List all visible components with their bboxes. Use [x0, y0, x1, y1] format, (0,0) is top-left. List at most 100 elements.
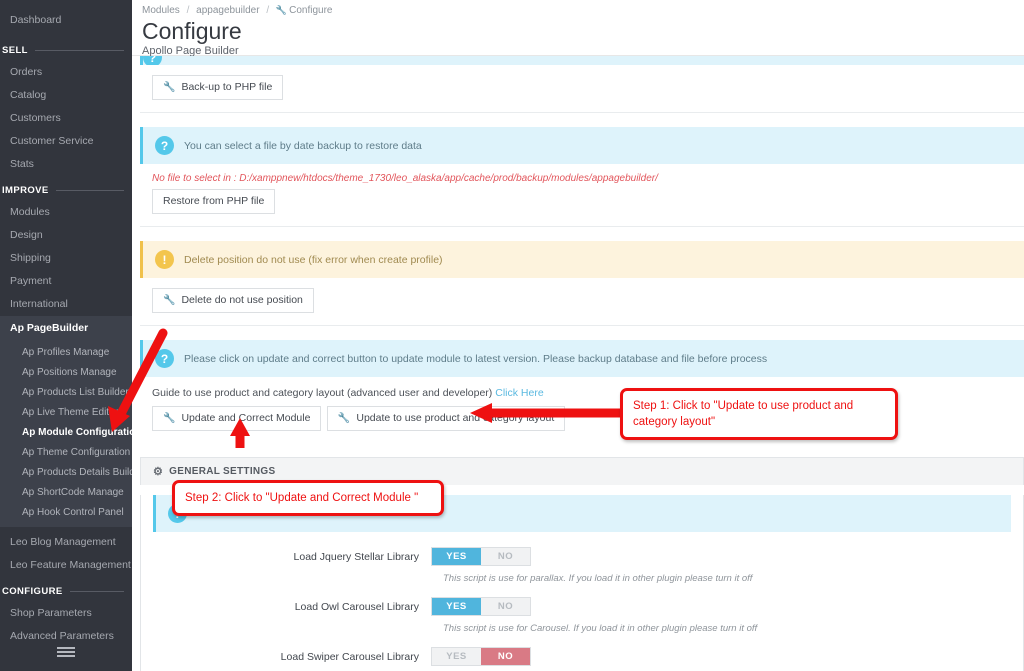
update-and-correct-module-button[interactable]: 🔧 Update and Correct Module [152, 406, 322, 431]
sidebar-item-shipping[interactable]: Shipping [0, 247, 132, 270]
alert-text: Please click on update and correct butto… [184, 352, 768, 365]
hamburger-icon[interactable] [0, 647, 132, 657]
button-label: Restore from PHP file [163, 195, 265, 207]
sidebar-subitem-ap-live-theme-editor[interactable]: Ap Live Theme Editor [0, 403, 132, 423]
hamburger-bar [57, 651, 75, 653]
breadcrumb-item-appagebuilder[interactable]: appagebuilder [196, 5, 259, 16]
sidebar-item-orders[interactable]: Orders [0, 61, 132, 84]
section-rule [69, 591, 124, 592]
toggle-jquery-stellar[interactable]: YES NO [431, 547, 531, 566]
divider [140, 226, 1024, 227]
toggle-no[interactable]: NO [481, 548, 530, 565]
restore-button-row: Restore from PHP file [140, 184, 1024, 226]
page-title: Configure [142, 18, 242, 44]
hamburger-bar [57, 655, 75, 657]
setting-label: Load Owl Carousel Library [294, 600, 419, 613]
restore-block: ? You can select a file by date backup t… [140, 127, 1024, 227]
sidebar-item-advanced-parameters[interactable]: Advanced Parameters [0, 625, 132, 648]
breadcrumb-item-configure: Configure [289, 5, 333, 16]
setting-label: Load Jquery Stellar Library [293, 550, 419, 563]
guide-label: Guide to use product and category layout… [152, 387, 493, 399]
sidebar-item-modules[interactable]: Modules [0, 201, 132, 224]
sidebar-item-ap-pagebuilder[interactable]: Ap PageBuilder [0, 316, 132, 341]
toggle-yes[interactable]: YES [432, 648, 481, 665]
breadcrumb-separator: / [266, 5, 270, 16]
sidebar-section-sell: SELL [0, 36, 132, 61]
sidebar-item-payment[interactable]: Payment [0, 270, 132, 293]
setting-label: Load Swiper Carousel Library [280, 650, 419, 663]
alert-text: You can select a file by date backup to … [184, 139, 422, 152]
toggle-no[interactable]: NO [481, 648, 530, 665]
toggle-owl-carousel[interactable]: YES NO [431, 597, 531, 616]
sidebar-subitem-ap-module-configuration[interactable]: Ap Module Configuration [0, 423, 132, 443]
backup-block: ? 🔧 Back-up to PHP file [140, 56, 1024, 113]
wrench-icon: 🔧 [163, 82, 176, 93]
divider [140, 325, 1024, 326]
delete-position-block: ! Delete position do not use (fix error … [140, 241, 1024, 326]
sidebar-item-shop-parameters[interactable]: Shop Parameters [0, 602, 132, 625]
sidebar-section-label: SELL [2, 45, 28, 56]
setting-row-jquery-stellar: Load Jquery Stellar Library YES NO [141, 542, 1023, 566]
page-header: Modules / appagebuilder / 🔧 Configure Con… [132, 0, 1024, 57]
question-icon: ? [155, 349, 174, 368]
sidebar-subitem-ap-hook-control-panel[interactable]: Ap Hook Control Panel [0, 503, 132, 523]
breadcrumb-item-modules[interactable]: Modules [142, 5, 180, 16]
restore-from-php-file-button[interactable]: Restore from PHP file [152, 189, 276, 214]
hamburger-bar [57, 647, 75, 649]
backup-to-php-file-button[interactable]: 🔧 Back-up to PHP file [152, 75, 284, 100]
section-title: GENERAL SETTINGS [169, 466, 276, 477]
section-rule [34, 50, 124, 51]
backup-alert-clipped: ? [140, 56, 1024, 65]
sidebar-section-label: CONFIGURE [2, 586, 63, 597]
divider [140, 112, 1024, 113]
step2-text: Step 2: Click to "Update and Correct Mod… [185, 492, 419, 504]
breadcrumb: Modules / appagebuilder / 🔧 Configure [142, 5, 1024, 16]
setting-hint: This script is use for Carousel. If you … [443, 623, 758, 634]
guide-click-here-link[interactable]: Click Here [495, 387, 543, 399]
wrench-icon: 🔧 [163, 295, 176, 306]
toggle-no[interactable]: NO [481, 598, 530, 615]
sidebar-subitem-ap-theme-configuration[interactable]: Ap Theme Configuration [0, 443, 132, 463]
warning-icon: ! [155, 250, 174, 269]
sidebar-item-stats[interactable]: Stats [0, 153, 132, 176]
sidebar-item-international[interactable]: International [0, 293, 132, 316]
sidebar: Dashboard SELL Orders Catalog Customers … [0, 0, 132, 671]
sidebar-subitem-ap-profiles-manage[interactable]: Ap Profiles Manage [0, 343, 132, 363]
gears-icon: ⚙ [153, 466, 164, 478]
wrench-icon: 🔧 [275, 5, 288, 15]
alert-text: Delete position do not use (fix error wh… [184, 253, 443, 266]
sidebar-section-improve: IMPROVE [0, 176, 132, 201]
toggle-swiper-carousel[interactable]: YES NO [431, 647, 531, 666]
step1-text: Step 1: Click to "Update to use product … [633, 400, 854, 428]
step1-callout: Step 1: Click to "Update to use product … [620, 388, 898, 440]
delete-do-not-use-position-button[interactable]: 🔧 Delete do not use position [152, 288, 314, 313]
sidebar-item-leo-blog-management[interactable]: Leo Blog Management [0, 531, 132, 554]
sidebar-subitem-ap-shortcode-manage[interactable]: Ap ShortCode Manage [0, 483, 132, 503]
button-label: Delete do not use position [181, 294, 303, 306]
setting-hint-row: This script is use for parallax. If you … [141, 566, 1023, 592]
sidebar-submenu: Ap Profiles Manage Ap Positions Manage A… [0, 341, 132, 527]
setting-hint: This script is use for parallax. If you … [443, 573, 753, 584]
sidebar-subitem-ap-products-list-builder[interactable]: Ap Products List Builder [0, 383, 132, 403]
sidebar-item-design[interactable]: Design [0, 224, 132, 247]
update-to-use-product-and-category-layout-button[interactable]: 🔧 Update to use product and category lay… [326, 406, 566, 431]
section-rule [55, 190, 124, 191]
sidebar-item-dashboard[interactable]: Dashboard [0, 0, 132, 36]
update-alert: ? Please click on update and correct but… [140, 340, 1024, 377]
sidebar-item-customer-service[interactable]: Customer Service [0, 130, 132, 153]
sidebar-item-catalog[interactable]: Catalog [0, 84, 132, 107]
step2-callout: Step 2: Click to "Update and Correct Mod… [172, 480, 444, 516]
toggle-yes[interactable]: YES [432, 598, 481, 615]
sidebar-section-label: IMPROVE [2, 185, 49, 196]
sidebar-subitem-ap-positions-manage[interactable]: Ap Positions Manage [0, 363, 132, 383]
sidebar-subitem-ap-products-details-builder[interactable]: Ap Products Details Builder [0, 463, 132, 483]
setting-hint-row: This script is use for Carousel. If you … [141, 666, 1023, 671]
setting-hint-row: This script is use for Carousel. If you … [141, 616, 1023, 642]
delete-warning-alert: ! Delete position do not use (fix error … [140, 241, 1024, 278]
sidebar-item-leo-feature-management[interactable]: Leo Feature Management [0, 554, 132, 577]
button-label: Back-up to PHP file [181, 81, 273, 93]
setting-row-owl-carousel: Load Owl Carousel Library YES NO [141, 592, 1023, 616]
toggle-yes[interactable]: YES [432, 548, 481, 565]
sidebar-item-customers[interactable]: Customers [0, 107, 132, 130]
restore-error-text: No file to select in : D:/xamppnew/htdoc… [152, 173, 658, 184]
